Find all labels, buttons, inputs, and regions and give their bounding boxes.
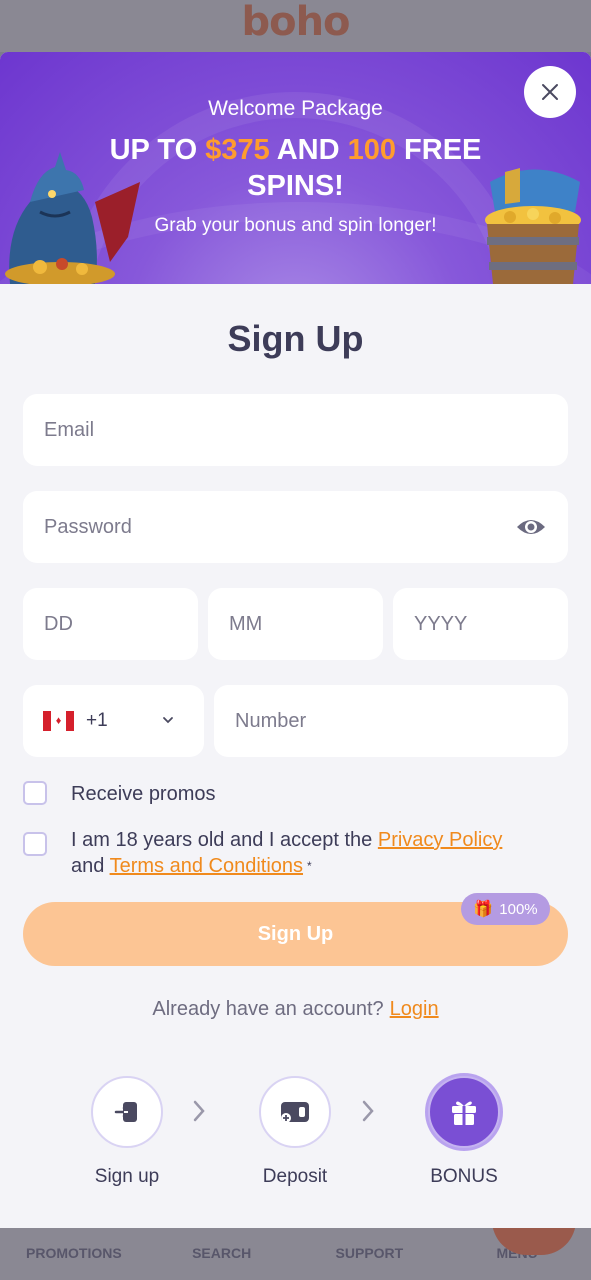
step-circle — [259, 1076, 331, 1148]
nav-support[interactable]: SUPPORT — [296, 1228, 444, 1280]
phone-number-field[interactable]: Number — [214, 685, 568, 757]
login-prompt-text: Already have an account? — [152, 998, 384, 1020]
chevron-right-icon — [193, 1100, 205, 1122]
app-header: boho — [0, 0, 591, 52]
headline-spins: 100 — [347, 134, 396, 166]
step-label: Sign up — [94, 1166, 160, 1187]
password-placeholder: Password — [44, 515, 132, 538]
email-placeholder: Email — [44, 418, 95, 441]
nav-search[interactable]: SEARCH — [148, 1228, 296, 1280]
terms-row: I am 18 years old and I accept the Priva… — [23, 827, 568, 879]
terms-text: and — [71, 855, 110, 877]
step-label: Deposit — [262, 1166, 328, 1187]
email-field[interactable]: Email — [23, 394, 568, 466]
required-marker: * — [307, 859, 312, 873]
birth-year-field[interactable]: YYYY — [393, 588, 568, 660]
chevron-right-icon — [362, 1100, 374, 1122]
terms-text: I am 18 years old and I accept the — [71, 829, 378, 851]
page-title: Sign Up — [227, 318, 364, 359]
step-bonus: BONUS — [394, 1076, 534, 1188]
step-deposit: Deposit — [225, 1076, 365, 1188]
year-placeholder: YYYY — [414, 612, 468, 635]
number-placeholder: Number — [235, 709, 307, 732]
canada-flag-icon: ♦ — [43, 711, 74, 731]
country-code-select[interactable]: ♦ +1 — [23, 685, 204, 757]
close-button[interactable] — [524, 66, 576, 118]
headline-text: AND — [269, 134, 348, 166]
signup-modal: Welcome Package UP TO $375 AND 100 FREE … — [0, 52, 591, 1228]
step-signup: Sign up — [57, 1076, 197, 1188]
terms-conditions-link[interactable]: Terms and Conditions — [110, 855, 303, 877]
gift-icon — [452, 1101, 476, 1125]
promos-row: Receive promos — [23, 781, 216, 807]
promos-checkbox[interactable] — [23, 781, 47, 805]
step-circle — [91, 1076, 163, 1148]
banner-welcome-text: Welcome Package — [208, 97, 383, 120]
promos-label: Receive promos — [71, 783, 216, 805]
login-prompt: Already have an account? Login — [0, 998, 591, 1021]
sign-in-icon — [114, 1102, 137, 1122]
banner-headline: UP TO $375 AND 100 FREE SPINS! — [90, 132, 501, 204]
month-placeholder: MM — [229, 612, 263, 635]
chevron-down-icon — [163, 717, 173, 724]
step-circle-active — [428, 1076, 500, 1148]
banner-subtitle: Grab your bonus and spin longer! — [154, 215, 437, 236]
headline-amount: $375 — [205, 134, 270, 166]
close-icon — [542, 84, 558, 100]
bonus-badge: 🎁 100% — [461, 893, 550, 925]
nav-promotions[interactable]: PROMOTIONS — [0, 1228, 148, 1280]
password-field[interactable]: Password — [23, 491, 568, 563]
gift-icon: 🎁 — [473, 901, 494, 918]
step-label: BONUS — [430, 1166, 498, 1187]
login-link[interactable]: Login — [390, 998, 439, 1020]
eye-icon[interactable] — [516, 513, 546, 541]
welcome-banner: Welcome Package UP TO $375 AND 100 FREE … — [0, 52, 591, 284]
badge-value: 100% — [499, 900, 538, 918]
brand-logo: boho — [241, 0, 350, 45]
birth-day-field[interactable]: DD — [23, 588, 198, 660]
day-placeholder: DD — [44, 612, 73, 635]
country-code: +1 — [86, 710, 108, 731]
wallet-icon — [281, 1102, 309, 1123]
terms-label: I am 18 years old and I accept the Priva… — [71, 827, 502, 879]
privacy-policy-link[interactable]: Privacy Policy — [378, 829, 502, 851]
birth-month-field[interactable]: MM — [208, 588, 383, 660]
headline-text: UP TO — [109, 134, 206, 166]
terms-checkbox[interactable] — [23, 832, 47, 856]
